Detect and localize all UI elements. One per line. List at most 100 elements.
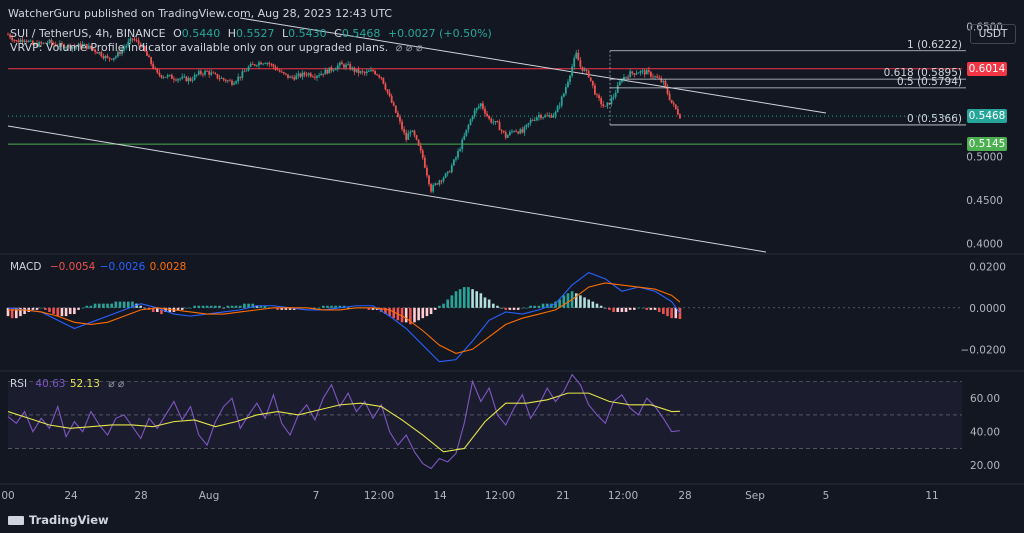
candle [370, 70, 372, 72]
price-tag: 0.5145 [967, 137, 1007, 152]
candle [372, 70, 374, 72]
macd-histogram-bar [566, 293, 570, 308]
macd-histogram-bar [425, 307, 429, 317]
macd-histogram-bar [620, 307, 624, 312]
macd-histogram-bar [496, 305, 499, 308]
candle [511, 131, 513, 133]
candle [533, 120, 536, 121]
candle [183, 76, 186, 78]
candle [285, 73, 287, 75]
macd-histogram-bar [110, 303, 113, 308]
rsi-icons[interactable]: ⌀ ⌀ [108, 378, 124, 390]
candle [336, 65, 339, 70]
macd-signal-line [8, 282, 681, 355]
candle [168, 74, 171, 76]
candle [280, 71, 283, 73]
candle [436, 183, 439, 185]
candle [112, 57, 115, 60]
macd-histogram-bar [583, 297, 586, 308]
macd-histogram-bar [525, 307, 528, 309]
candle [289, 76, 291, 78]
candle [674, 104, 677, 109]
macd-name[interactable]: MACD [10, 261, 41, 273]
candle [154, 68, 157, 70]
rsi-name[interactable]: RSI [10, 378, 27, 390]
candle [467, 125, 470, 130]
candle [604, 105, 607, 107]
candle [322, 73, 325, 75]
vrvp-icons[interactable]: ⌀ ⌀ ⌀ [396, 41, 423, 54]
macd-histogram-bar [6, 307, 10, 317]
candle [459, 149, 462, 151]
change-value: +0.0027 (+0.50%) [387, 27, 492, 40]
candle [538, 114, 540, 118]
candle [548, 115, 551, 117]
fib-level-label: 0 (0.5366) [907, 112, 962, 125]
candle [388, 92, 391, 96]
macd-histogram-bar [616, 307, 620, 312]
candle [521, 129, 524, 133]
macd-histogram-bar [512, 307, 516, 310]
candle [450, 165, 453, 173]
candle [581, 66, 584, 71]
macd-histogram-bar [205, 305, 209, 308]
candle [442, 177, 445, 182]
macd-histogram-bar [193, 305, 196, 308]
macd-histogram-bar [429, 307, 433, 315]
candle [546, 115, 549, 117]
candle [110, 58, 113, 60]
symbol-title[interactable]: SUI / TetherUS, 4h, BINANCE [10, 27, 166, 40]
macd-histogram-bar [678, 307, 682, 320]
price-axis-tick: 0.4500 [966, 195, 1003, 207]
candle [620, 80, 623, 82]
macd-histogram-bar [60, 307, 64, 317]
candle [195, 74, 198, 76]
candle [465, 129, 468, 136]
macd-histogram-bar [533, 305, 537, 308]
candle [596, 94, 598, 96]
candle [237, 76, 240, 82]
macd-histogram-bar [529, 305, 532, 308]
candle [430, 184, 432, 192]
candle [392, 102, 395, 106]
candle [633, 73, 636, 75]
candle [558, 105, 561, 107]
candle [202, 73, 204, 75]
candle [235, 81, 238, 84]
macd-histogram-bar [23, 307, 26, 315]
macd-histogram-bar [218, 305, 221, 308]
tradingview-logo[interactable]: TradingView [8, 513, 109, 527]
price-tag: 0.6014 [967, 61, 1007, 76]
candle [328, 67, 331, 74]
candle [272, 64, 275, 67]
candle [355, 69, 358, 72]
candle [326, 69, 329, 74]
macd-axis-tick: 0.0000 [969, 303, 1006, 315]
macd-histogram-bar [222, 307, 225, 309]
candle [482, 103, 484, 109]
candle [444, 173, 447, 178]
candle [320, 73, 323, 76]
candle [513, 131, 515, 132]
candle [212, 72, 215, 74]
rsi-axis-tick: 60.00 [970, 393, 1000, 405]
candle [318, 75, 320, 77]
candle [550, 115, 553, 118]
candle [641, 70, 644, 72]
currency-button[interactable]: USDT [970, 24, 1016, 44]
symbol-legend: SUI / TetherUS, 4h, BINANCE O0.5440 H0.5… [10, 27, 496, 40]
macd-histogram-bar [44, 307, 47, 310]
macd-histogram-bar [243, 303, 246, 308]
candle [529, 120, 532, 124]
candle [535, 117, 538, 121]
macd-histogram-bar [562, 295, 566, 308]
candle [652, 76, 654, 78]
candle [629, 71, 632, 78]
macd-histogram-bar [633, 307, 636, 310]
macd-histogram-bar [612, 307, 615, 312]
candle [160, 75, 163, 78]
candle [307, 73, 310, 76]
candle [264, 63, 267, 65]
candle [268, 63, 271, 65]
candle [222, 78, 225, 80]
